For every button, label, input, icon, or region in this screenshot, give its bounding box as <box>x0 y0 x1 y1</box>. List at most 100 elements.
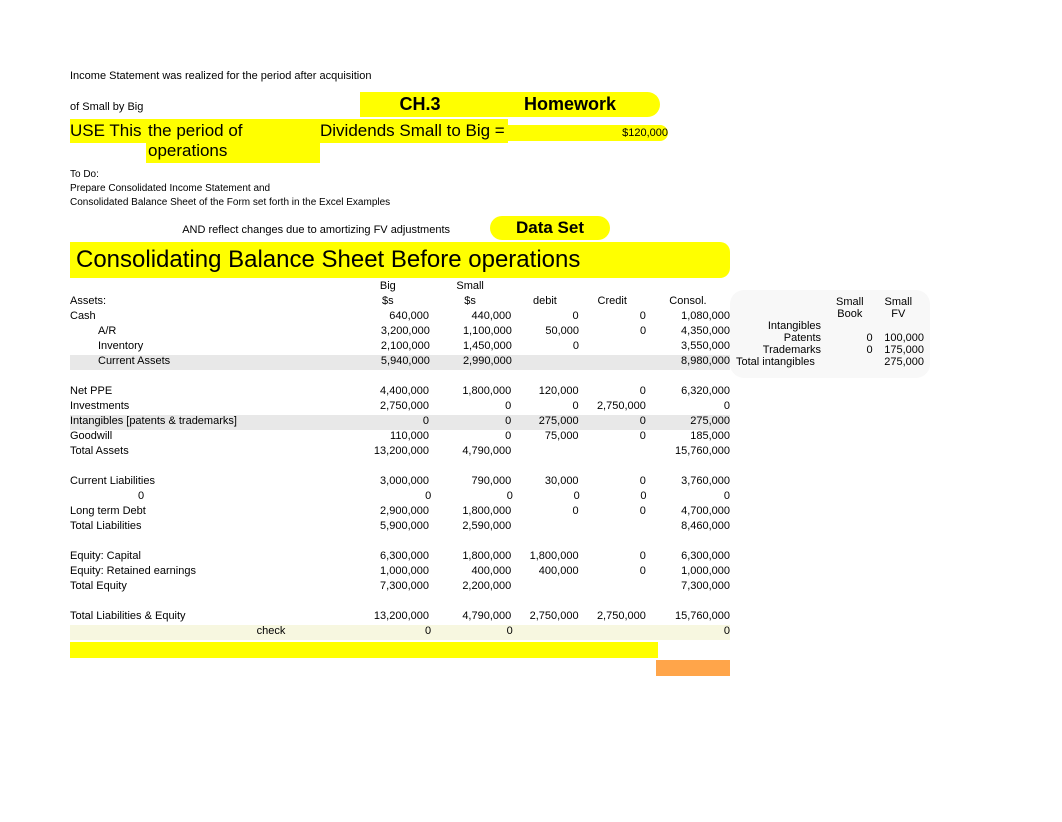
netppe-consol: 6,320,000 <box>646 385 730 397</box>
side-trademarks-book: 0 <box>827 344 873 356</box>
side-intangibles-table: Small Small Book FV Intangibles Patents … <box>730 290 930 378</box>
te-consol: 7,300,000 <box>646 580 730 592</box>
goodwill-debit: 75,000 <box>511 430 578 442</box>
netppe-debit: 120,000 <box>511 385 578 397</box>
check-consol: 0 <box>646 625 730 637</box>
inventory-consol: 3,550,000 <box>646 340 730 352</box>
side-fv: FV <box>873 308 924 320</box>
intangibles-big: 0 <box>347 415 429 427</box>
cash-small: 440,000 <box>429 310 511 322</box>
current-assets-big: 5,940,000 <box>348 355 430 367</box>
note-1: Income Statement was realized for the pe… <box>70 70 1062 82</box>
tle-credit: 2,750,000 <box>579 610 646 622</box>
side-total-book <box>827 356 873 368</box>
intangibles-credit: 0 <box>579 415 646 427</box>
eqre-consol: 1,000,000 <box>646 565 730 577</box>
data-set-label: Data Set <box>490 216 610 240</box>
side-trademarks-fv: 175,000 <box>873 344 924 356</box>
investments-debit: 0 <box>511 400 578 412</box>
cl-big: 3,000,000 <box>347 475 429 487</box>
side-patents-fv: 100,000 <box>873 332 924 344</box>
investments-consol: 0 <box>646 400 730 412</box>
netppe-label: Net PPE <box>70 385 347 397</box>
ar-small: 1,100,000 <box>430 325 512 337</box>
goodwill-label: Goodwill <box>70 430 347 442</box>
eqcap-consol: 6,300,000 <box>646 550 730 562</box>
dividends-amount: $120,000 <box>508 125 668 141</box>
chapter-label: CH.3 <box>360 92 480 117</box>
ltd-small: 1,800,000 <box>429 505 511 517</box>
cl-small: 790,000 <box>429 475 511 487</box>
cash-consol: 1,080,000 <box>646 310 730 322</box>
todo-line-2: Consolidated Balance Sheet of the Form s… <box>70 197 1062 208</box>
note-2: of Small by Big <box>70 101 360 113</box>
investments-credit: 2,750,000 <box>579 400 646 412</box>
tl-big: 5,900,000 <box>347 520 429 532</box>
col-credit: Credit <box>579 295 646 307</box>
current-assets-label: Current Assets <box>70 355 348 367</box>
cash-debit: 0 <box>511 310 578 322</box>
eqre-debit: 400,000 <box>511 565 578 577</box>
side-h1: Small <box>827 296 873 308</box>
current-assets-small: 2,990,000 <box>430 355 512 367</box>
ltd-debit: 0 <box>511 505 578 517</box>
side-book: Book <box>827 308 873 320</box>
side-patents-book: 0 <box>827 332 873 344</box>
side-total-label: Total intangibles <box>736 356 827 368</box>
side-h2: Small <box>873 296 924 308</box>
eqcap-debit: 1,800,000 <box>511 550 578 562</box>
ar-consol: 4,350,000 <box>646 325 730 337</box>
side-intangibles: Intangibles <box>736 320 827 332</box>
col-consol: Consol. <box>646 295 730 307</box>
investments-label: Investments <box>70 400 347 412</box>
side-patents-label: Patents <box>736 332 827 344</box>
ar-label: A/R <box>70 325 348 337</box>
investments-small: 0 <box>429 400 511 412</box>
dividends-label: Dividends Small to Big = <box>320 119 508 143</box>
check-label: check <box>70 625 349 637</box>
investments-big: 2,750,000 <box>347 400 429 412</box>
eqre-big: 1,000,000 <box>347 565 429 577</box>
te-small: 2,200,000 <box>429 580 511 592</box>
goodwill-big: 110,000 <box>347 430 429 442</box>
ltd-credit: 0 <box>579 505 646 517</box>
check-small: 0 <box>431 625 513 637</box>
tle-small: 4,790,000 <box>429 610 511 622</box>
eqre-small: 400,000 <box>429 565 511 577</box>
col-big: Big <box>347 280 429 292</box>
ltd-label: Long term Debt <box>70 505 347 517</box>
intangibles-debit: 275,000 <box>511 415 578 427</box>
zero-consol: 0 <box>647 490 731 502</box>
zero-small: 0 <box>431 490 513 502</box>
zero-debit: 0 <box>513 490 580 502</box>
cash-big: 640,000 <box>347 310 429 322</box>
tl-consol: 8,460,000 <box>646 520 730 532</box>
cl-consol: 3,760,000 <box>646 475 730 487</box>
inventory-small: 1,450,000 <box>430 340 512 352</box>
cl-debit: 30,000 <box>511 475 578 487</box>
homework-label: Homework <box>480 92 660 117</box>
col-small-unit: $s <box>429 295 511 307</box>
cash-credit: 0 <box>579 310 646 322</box>
eqcap-big: 6,300,000 <box>347 550 429 562</box>
inventory-label: Inventory <box>70 340 348 352</box>
todo-label: To Do: <box>70 169 1062 180</box>
tl-label: Total Liabilities <box>70 520 347 532</box>
ltd-consol: 4,700,000 <box>646 505 730 517</box>
consolidating-title: Consolidating Balance Sheet Before opera… <box>70 242 730 278</box>
eqcap-label: Equity: Capital <box>70 550 347 562</box>
te-label: Total Equity <box>70 580 347 592</box>
todo-line-1: Prepare Consolidated Income Statement an… <box>70 183 1062 194</box>
tle-consol: 15,760,000 <box>646 610 730 622</box>
balance-sheet-table: Big Small Assets: $s $s debit Credit Con… <box>70 280 730 658</box>
netppe-small: 1,800,000 <box>429 385 511 397</box>
goodwill-small: 0 <box>429 430 511 442</box>
tle-label: Total Liabilities & Equity <box>70 610 347 622</box>
inventory-big: 2,100,000 <box>348 340 430 352</box>
total-assets-small: 4,790,000 <box>429 445 511 457</box>
intangibles-small: 0 <box>429 415 511 427</box>
col-debit: debit <box>511 295 578 307</box>
footer-highlight <box>70 642 658 658</box>
tle-debit: 2,750,000 <box>511 610 578 622</box>
current-assets-consol: 8,980,000 <box>646 355 730 367</box>
